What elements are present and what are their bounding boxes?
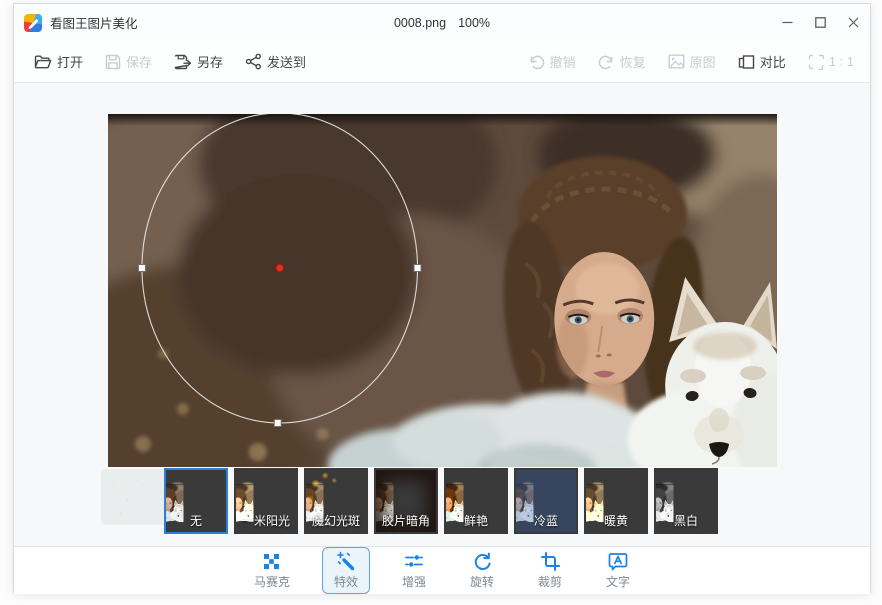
send-to-label: 发送到 xyxy=(267,52,306,71)
save-icon xyxy=(105,54,121,70)
tool-label: 文字 xyxy=(606,573,630,590)
filter-black-white[interactable]: 黑白 xyxy=(654,468,718,534)
close-button[interactable] xyxy=(837,4,870,41)
minimize-button[interactable] xyxy=(771,4,804,41)
filter-none-preview xyxy=(166,470,226,532)
app-title: 看图王图片美化 xyxy=(50,13,138,32)
document-title: 0008.png 100% xyxy=(394,4,490,41)
tool-enhance[interactable]: 增强 xyxy=(390,547,438,594)
original-image-button[interactable]: 原图 xyxy=(668,52,716,71)
save-as-icon xyxy=(174,54,192,70)
editor-canvas: 无 一米阳光 魔幻光斑 胶片暗角 鲜艳 xyxy=(14,83,870,546)
actual-size-button[interactable]: 1 : 1 xyxy=(808,54,854,70)
filter-sunshine[interactable]: 一米阳光 xyxy=(234,468,298,534)
filter-film-vignette[interactable]: 胶片暗角 xyxy=(374,468,438,534)
image-icon xyxy=(668,54,685,69)
one-to-one-icon xyxy=(808,54,824,70)
redo-button[interactable]: 恢复 xyxy=(598,52,646,71)
tool-tabs: 马赛克 特效 增强 旋转 xyxy=(14,546,870,594)
filter-black-white-preview xyxy=(656,470,716,532)
filter-warm-yellow[interactable]: 暖黄 xyxy=(584,468,648,534)
tool-label: 马赛克 xyxy=(254,573,290,590)
undo-icon xyxy=(528,54,545,70)
tool-label: 裁剪 xyxy=(538,573,562,590)
compare-button[interactable]: 对比 xyxy=(738,52,786,71)
close-icon xyxy=(848,17,859,28)
open-folder-icon xyxy=(34,54,52,70)
filter-strip: 无 一米阳光 魔幻光斑 胶片暗角 鲜艳 xyxy=(164,468,718,534)
maximize-icon xyxy=(815,17,826,28)
app-window: 看图王图片美化 0008.png 100% xyxy=(13,3,871,593)
redo-label: 恢复 xyxy=(620,52,646,71)
text-icon xyxy=(608,551,628,571)
photo-canvas[interactable] xyxy=(108,114,777,467)
open-label: 打开 xyxy=(57,52,83,71)
sliders-icon xyxy=(404,551,424,571)
save-as-button[interactable]: 另存 xyxy=(174,52,223,71)
filter-warm-yellow-preview xyxy=(586,470,646,532)
crop-icon xyxy=(541,551,560,571)
filter-cool-blue-preview xyxy=(516,470,576,532)
filter-vivid-preview xyxy=(446,470,506,532)
maximize-button[interactable] xyxy=(804,4,837,41)
tool-label: 增强 xyxy=(402,573,426,590)
filter-sunshine-preview xyxy=(236,470,296,532)
share-icon xyxy=(245,53,262,70)
strip-texture xyxy=(101,469,167,525)
compare-label: 对比 xyxy=(760,52,786,71)
tool-effects[interactable]: 特效 xyxy=(322,547,370,594)
compare-icon xyxy=(738,54,755,70)
mosaic-icon xyxy=(262,551,281,571)
screen: 看图王图片美化 0008.png 100% xyxy=(0,0,882,605)
send-to-button[interactable]: 发送到 xyxy=(245,52,306,71)
tool-text[interactable]: 文字 xyxy=(594,547,642,594)
open-button[interactable]: 打开 xyxy=(34,52,83,71)
tool-label: 特效 xyxy=(334,573,358,590)
filter-film-vignette-preview xyxy=(376,470,436,532)
actual-size-label: 1 : 1 xyxy=(829,54,854,69)
main-toolbar: 打开 保存 另存 发送到 撤销 xyxy=(14,41,870,83)
photo-image xyxy=(108,114,777,467)
original-label: 原图 xyxy=(690,52,716,71)
undo-label: 撤销 xyxy=(550,52,576,71)
save-as-label: 另存 xyxy=(197,52,223,71)
tool-crop[interactable]: 裁剪 xyxy=(526,547,574,594)
magic-wand-icon xyxy=(336,551,356,571)
titlebar: 看图王图片美化 0008.png 100% xyxy=(14,4,870,41)
filter-magic-bokeh-preview xyxy=(306,470,366,532)
filter-magic-bokeh[interactable]: 魔幻光斑 xyxy=(304,468,368,534)
save-button[interactable]: 保存 xyxy=(105,52,152,71)
tool-label: 旋转 xyxy=(470,573,494,590)
app-logo-icon xyxy=(24,14,42,32)
zoom-level: 100% xyxy=(458,16,490,30)
filter-vivid[interactable]: 鲜艳 xyxy=(444,468,508,534)
document-name: 0008.png xyxy=(394,16,446,30)
filter-cool-blue[interactable]: 冷蓝 xyxy=(514,468,578,534)
tool-rotate[interactable]: 旋转 xyxy=(458,547,506,594)
tool-mosaic[interactable]: 马赛克 xyxy=(242,547,302,594)
filter-none[interactable]: 无 xyxy=(164,468,228,534)
minimize-icon xyxy=(782,17,793,28)
redo-icon xyxy=(598,54,615,70)
undo-button[interactable]: 撤销 xyxy=(528,52,576,71)
rotate-icon xyxy=(473,551,492,571)
save-label: 保存 xyxy=(126,52,152,71)
